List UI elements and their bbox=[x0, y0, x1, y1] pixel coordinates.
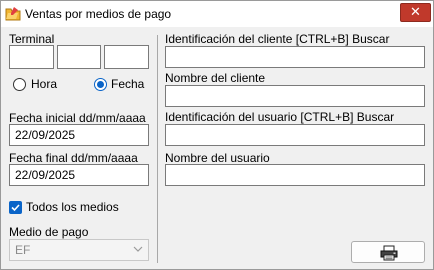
terminal-label: Terminal bbox=[9, 32, 55, 46]
nombre-cliente-input[interactable] bbox=[165, 85, 425, 107]
id-usuario-label: Identificación del usuario [CTRL+B] Busc… bbox=[165, 110, 395, 124]
close-icon: ✕ bbox=[410, 4, 421, 19]
fecha-inicial-input[interactable]: 22/09/2025 bbox=[9, 124, 149, 146]
fecha-inicial-value: 22/09/2025 bbox=[15, 128, 76, 142]
id-cliente-input[interactable] bbox=[165, 46, 425, 68]
id-usuario-input[interactable] bbox=[165, 124, 425, 146]
print-button[interactable] bbox=[351, 241, 425, 263]
radio-fecha-label: Fecha bbox=[111, 77, 145, 91]
fecha-final-value: 22/09/2025 bbox=[15, 168, 76, 182]
medio-pago-label: Medio de pago bbox=[9, 225, 89, 239]
medio-pago-select[interactable]: EF bbox=[9, 239, 149, 261]
title-bar: Ventas por medios de pago ✕ bbox=[1, 1, 433, 27]
printer-icon bbox=[380, 245, 398, 261]
id-cliente-label: Identificación del cliente [CTRL+B] Busc… bbox=[165, 32, 390, 46]
close-button[interactable]: ✕ bbox=[400, 3, 431, 22]
column-divider bbox=[157, 35, 158, 263]
todos-medios-checkbox[interactable] bbox=[9, 201, 22, 214]
fecha-inicial-label: Fecha inicial dd/mm/aaaa bbox=[9, 111, 146, 125]
check-icon bbox=[11, 204, 20, 212]
todos-medios-label: Todos los medios bbox=[26, 200, 119, 214]
nombre-usuario-label: Nombre del usuario bbox=[165, 151, 270, 165]
fecha-final-input[interactable]: 22/09/2025 bbox=[9, 164, 149, 186]
terminal-field-2[interactable] bbox=[57, 45, 101, 69]
folder-app-icon bbox=[5, 7, 21, 21]
nombre-cliente-label: Nombre del cliente bbox=[165, 71, 266, 85]
medio-pago-value: EF bbox=[15, 243, 31, 257]
radio-hora-label: Hora bbox=[31, 77, 58, 91]
radio-fecha[interactable] bbox=[94, 78, 107, 91]
window-title: Ventas por medios de pago bbox=[25, 7, 172, 21]
fecha-final-label: Fecha final dd/mm/aaaa bbox=[9, 151, 138, 165]
chevron-down-icon bbox=[133, 246, 143, 252]
radio-hora[interactable] bbox=[13, 78, 26, 91]
terminal-field-1[interactable] bbox=[9, 45, 54, 69]
terminal-field-3[interactable] bbox=[104, 45, 149, 69]
nombre-usuario-input[interactable] bbox=[165, 164, 425, 186]
report-window: Ventas por medios de pago ✕ Terminal Hor… bbox=[0, 0, 434, 270]
